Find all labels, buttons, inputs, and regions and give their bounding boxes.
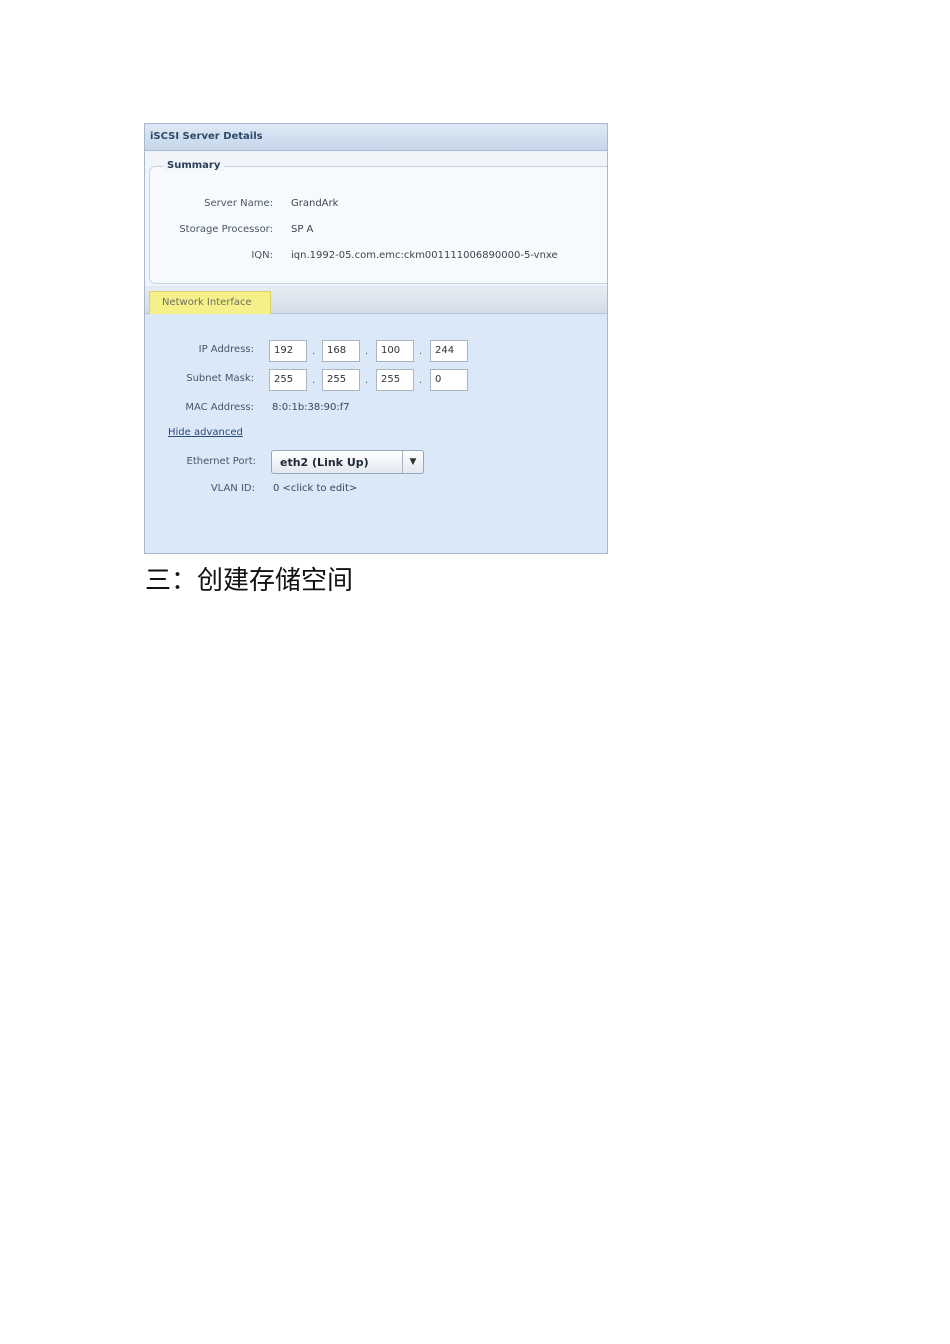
subnet-mask-label: Subnet Mask: — [186, 373, 254, 384]
ethernet-port-select[interactable]: eth2 (Link Up) ▼ — [271, 450, 424, 474]
ip-dot-3: . — [419, 346, 423, 357]
tab-network-interface[interactable]: Network Interface — [149, 291, 271, 314]
server-name-value: GrandArk — [291, 198, 339, 209]
hide-advanced-link[interactable]: Hide advanced — [168, 427, 243, 438]
chevron-down-icon[interactable]: ▼ — [402, 451, 423, 473]
ip-octet-1-input[interactable]: 192 — [269, 340, 307, 362]
summary-legend: Summary — [163, 160, 225, 171]
tab-strip: Network Interface — [145, 287, 607, 314]
network-interface-panel: IP Address: 192 . 168 . 100 . 244 Subnet… — [145, 314, 607, 553]
summary-area: Summary Server Name: GrandArk Storage Pr… — [145, 151, 607, 286]
subnet-dot-3: . — [419, 375, 423, 386]
ethernet-port-label: Ethernet Port: — [186, 456, 256, 467]
ip-octet-2-input[interactable]: 168 — [322, 340, 360, 362]
ip-octet-3-input[interactable]: 100 — [376, 340, 414, 362]
subnet-octet-1-input[interactable]: 255 — [269, 369, 307, 391]
server-name-label: Server Name: — [204, 198, 273, 209]
subnet-dot-1: . — [312, 375, 316, 386]
ip-dot-2: . — [365, 346, 369, 357]
iqn-value: iqn.1992-05.com.emc:ckm001111006890000-5… — [291, 250, 558, 261]
vlan-id-label: VLAN ID: — [210, 483, 255, 494]
window-titlebar: iSCSI Server Details — [145, 124, 607, 151]
vlan-id-value[interactable]: 0 <click to edit> — [273, 483, 357, 494]
ip-octet-4-input[interactable]: 244 — [430, 340, 468, 362]
subnet-octet-2-input[interactable]: 255 — [322, 369, 360, 391]
mac-address-label: MAC Address: — [185, 402, 254, 413]
mac-address-value: 8:0:1b:38:90:f7 — [272, 402, 350, 413]
storage-processor-label: Storage Processor: — [179, 224, 273, 235]
section-heading: 三：创建存储空间 — [145, 566, 354, 596]
ip-dot-1: . — [312, 346, 316, 357]
iscsi-server-details-window: iSCSI Server Details Summary Server Name… — [144, 123, 608, 554]
ip-address-label: IP Address: — [198, 344, 254, 355]
ethernet-port-selected: eth2 (Link Up) — [280, 456, 369, 469]
subnet-octet-3-input[interactable]: 255 — [376, 369, 414, 391]
subnet-octet-4-input[interactable]: 0 — [430, 369, 468, 391]
subnet-dot-2: . — [365, 375, 369, 386]
storage-processor-value: SP A — [291, 224, 314, 235]
window-title: iSCSI Server Details — [150, 131, 263, 142]
iqn-label: IQN: — [251, 250, 273, 261]
